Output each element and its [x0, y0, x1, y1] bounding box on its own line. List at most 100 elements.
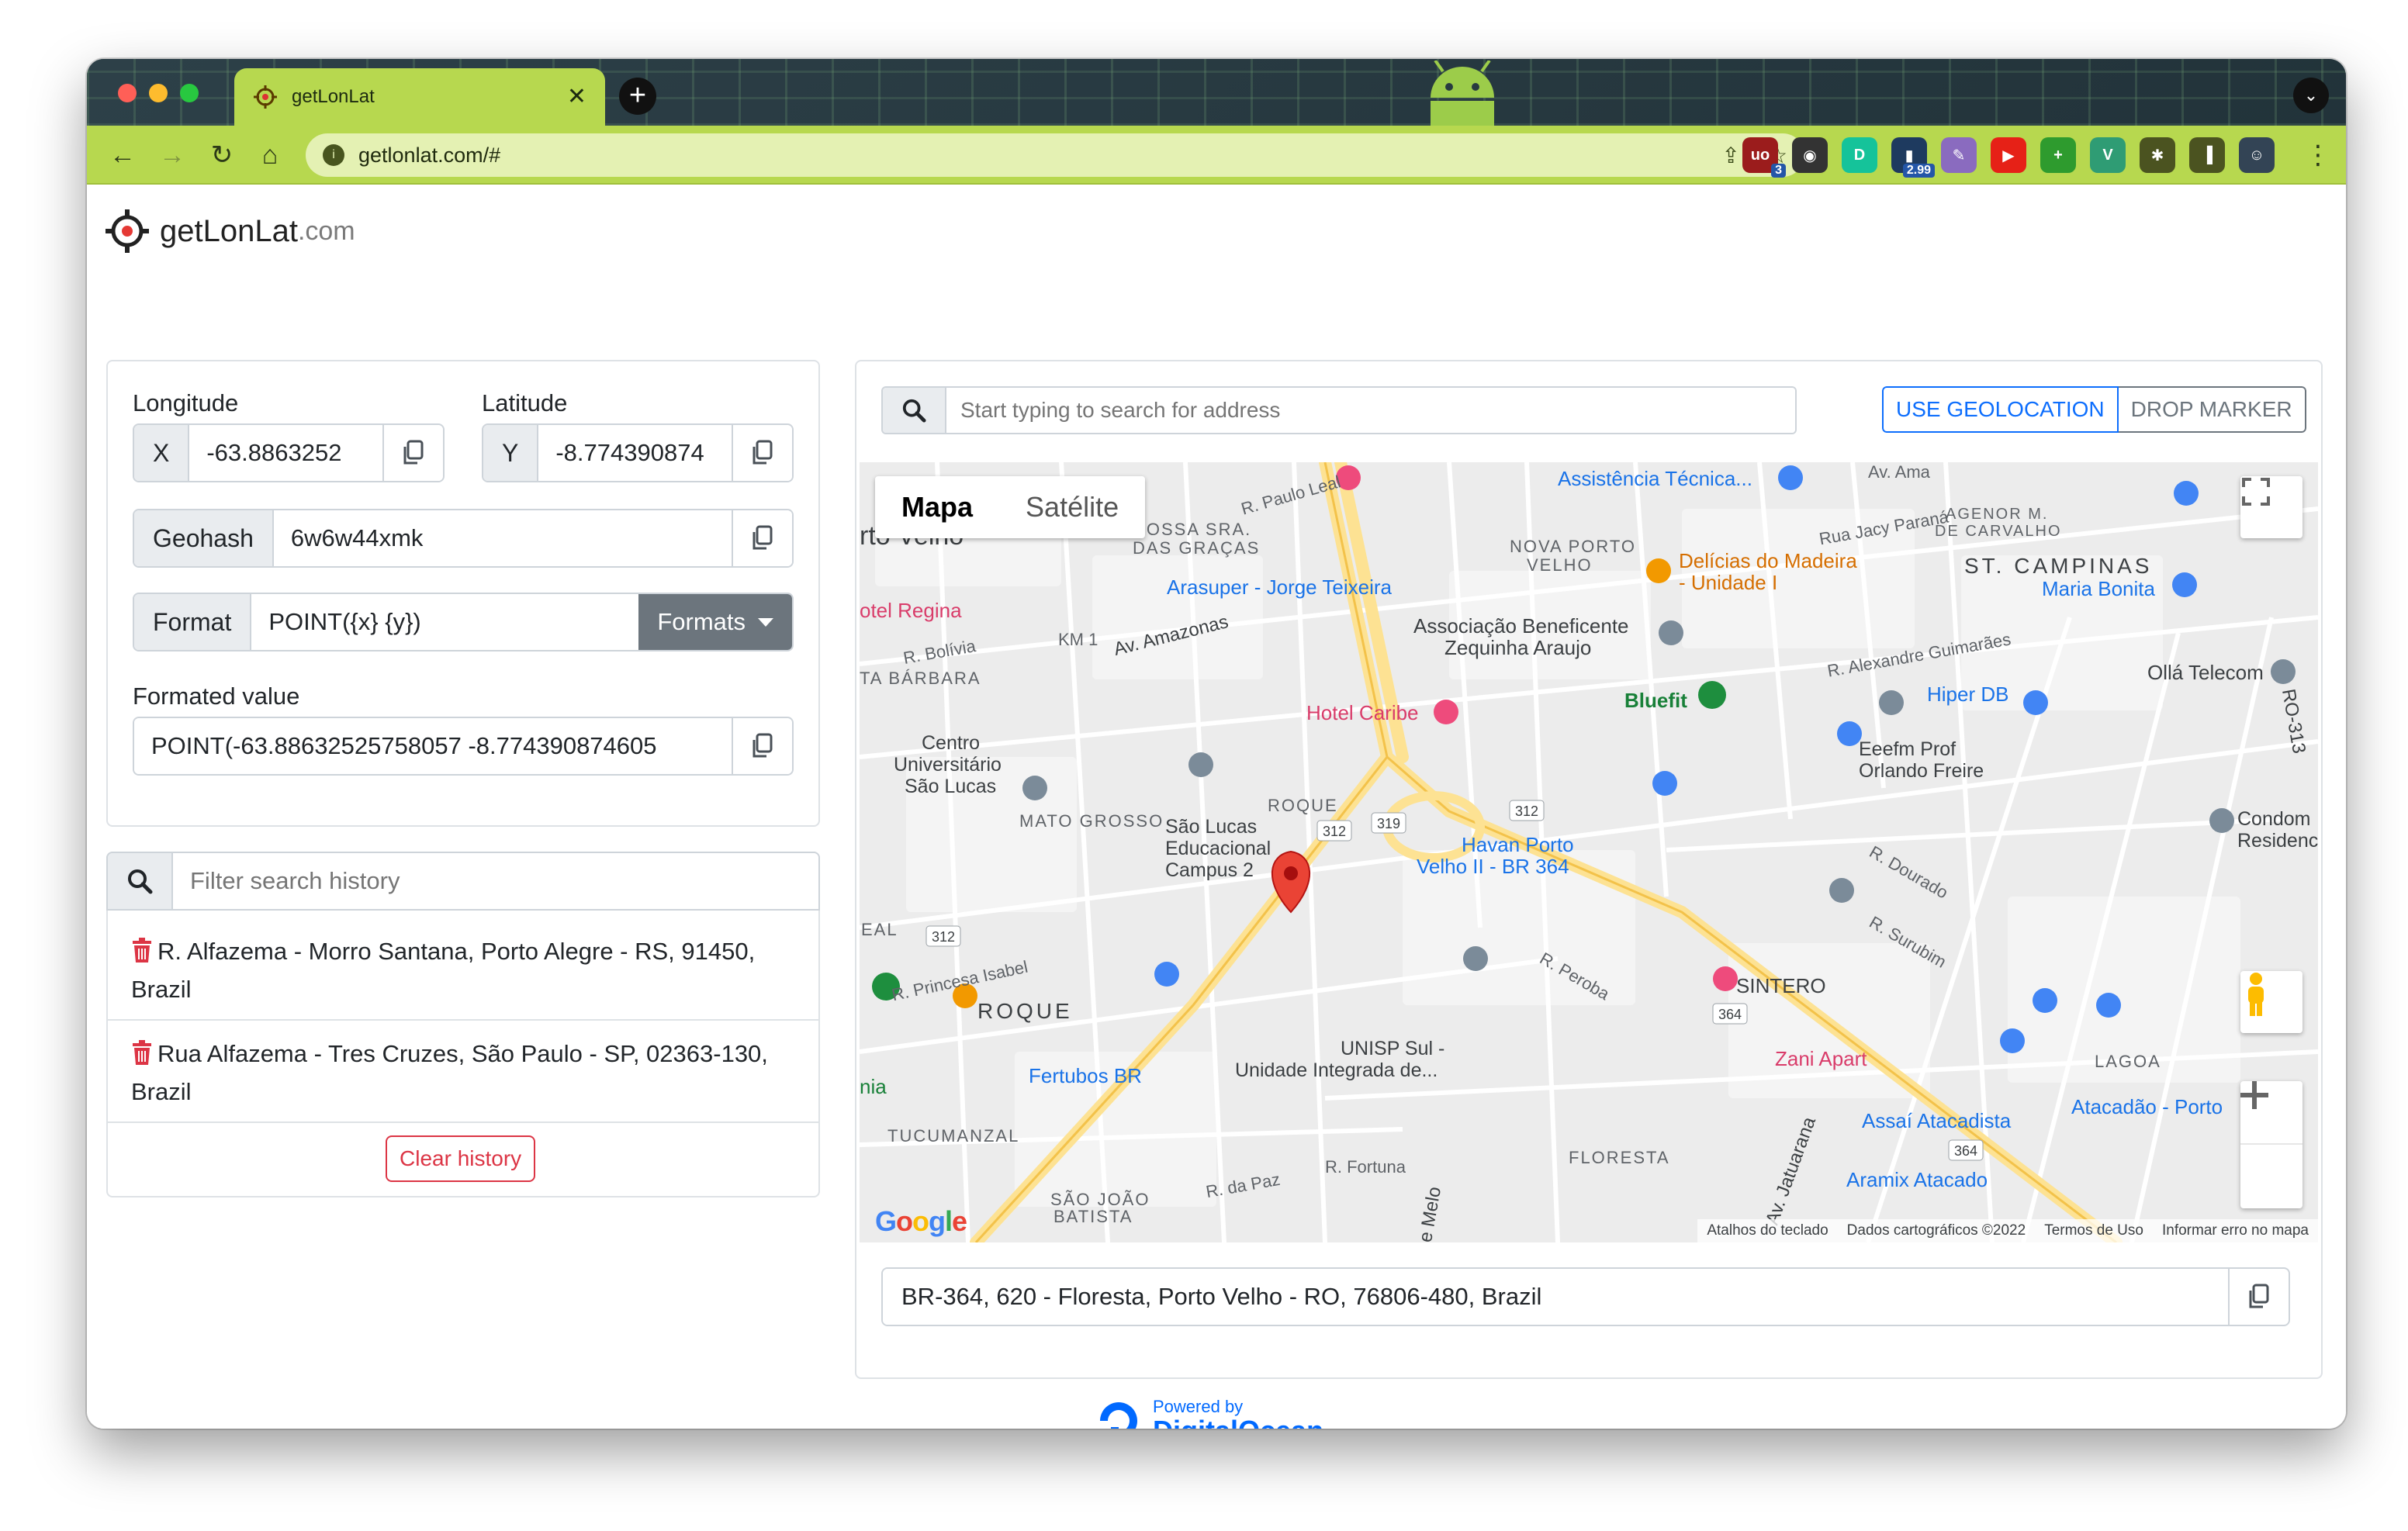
- map-type-mapa-tab[interactable]: Mapa: [875, 476, 999, 538]
- copy-address-button[interactable]: [2228, 1269, 2289, 1325]
- map-label-poi[interactable]: São Lucas: [1165, 816, 1257, 838]
- fullscreen-button[interactable]: [2240, 476, 2302, 538]
- map-label-poi[interactable]: Bluefit: [1624, 689, 1687, 713]
- formats-dropdown-button[interactable]: Formats: [638, 594, 792, 650]
- clear-history-button[interactable]: Clear history: [386, 1135, 536, 1182]
- map-label-poi[interactable]: otel Regina: [860, 599, 962, 623]
- trash-icon[interactable]: [131, 1040, 153, 1065]
- map-label-poi[interactable]: SINTERO: [1736, 974, 1826, 998]
- address-bar[interactable]: i getlonlat.com/# ⇪ ☆: [306, 133, 1804, 177]
- history-panel: R. Alfazema - Morro Santana, Porto Alegr…: [106, 852, 820, 1197]
- map-label-poi[interactable]: Orlando Freire: [1859, 760, 1984, 783]
- map-label-neighborhood: LAGOA: [2095, 1052, 2161, 1071]
- minimize-window-button[interactable]: [149, 84, 168, 102]
- zoom-out-button[interactable]: [2240, 1093, 2302, 1208]
- map-label-poi[interactable]: UNISP Sul -: [1341, 1038, 1444, 1060]
- vue-ext-icon[interactable]: V: [2090, 137, 2126, 173]
- keyboard-shortcuts-link[interactable]: Atalhos do teclado: [1707, 1222, 1828, 1239]
- sidebar-ext-icon[interactable]: ▐: [2189, 137, 2225, 173]
- map-label-poi[interactable]: Havan Porto: [1462, 833, 1574, 857]
- home-icon[interactable]: ⌂: [251, 137, 289, 174]
- map-label-poi[interactable]: Centro: [922, 732, 980, 755]
- map-label-poi[interactable]: nia: [860, 1075, 887, 1099]
- map-type-satellite-tab[interactable]: Satélite: [999, 476, 1145, 538]
- drop-marker-button[interactable]: DROP MARKER: [2118, 386, 2306, 433]
- incognito-ext-icon[interactable]: ◉: [1792, 137, 1828, 173]
- use-geolocation-button[interactable]: USE GEOLOCATION: [1882, 386, 2119, 433]
- map-label-poi[interactable]: Assistência Técnica...: [1558, 467, 1752, 491]
- puzzle-ext-icon[interactable]: ✱: [2140, 137, 2175, 173]
- map-label-poi[interactable]: Campus 2: [1165, 859, 1254, 882]
- address-search-input[interactable]: [946, 388, 1795, 433]
- site-info-icon[interactable]: i: [323, 144, 344, 166]
- map-label-poi[interactable]: Atacadão - Porto: [2071, 1095, 2223, 1119]
- map-label-poi[interactable]: Maria Bonita: [2042, 577, 2155, 601]
- copy-formatted-button[interactable]: [732, 718, 792, 774]
- history-item[interactable]: Rua Alfazema - Tres Cruzes, São Paulo - …: [108, 1021, 818, 1123]
- copy-geohash-button[interactable]: [732, 510, 792, 566]
- youtube-ext-icon[interactable]: ▶: [1991, 137, 2026, 173]
- report-error-link[interactable]: Informar erro no mapa: [2162, 1222, 2309, 1239]
- geohash-input[interactable]: [273, 510, 732, 566]
- map-label-poi[interactable]: - Unidade I: [1679, 571, 1777, 595]
- profile-avatar-icon[interactable]: ☺: [2239, 137, 2275, 173]
- map-label-poi[interactable]: Delícias do Madeira: [1679, 549, 1857, 573]
- map-label-poi[interactable]: Hotel Caribe: [1306, 701, 1419, 725]
- longitude-input-group: X: [133, 423, 445, 482]
- grammar-ext-icon[interactable]: D: [1842, 137, 1877, 173]
- formatted-value-input[interactable]: [134, 718, 732, 774]
- history-filter-input[interactable]: [173, 853, 818, 909]
- map-label-poi[interactable]: Zequinha Araujo: [1444, 636, 1591, 660]
- browser-menu-icon[interactable]: ⋮: [2299, 137, 2337, 174]
- map-label-poi[interactable]: Zani Apart: [1775, 1047, 1867, 1071]
- plus-ext-icon[interactable]: +: [2040, 137, 2076, 173]
- trash-icon[interactable]: [131, 938, 153, 962]
- tab-close-icon[interactable]: ✕: [567, 85, 586, 109]
- format-input[interactable]: [251, 594, 639, 650]
- site-logo[interactable]: getLonLat .com: [104, 208, 355, 254]
- ublock-icon[interactable]: uo 3: [1742, 137, 1786, 178]
- new-tab-button[interactable]: +: [619, 78, 656, 115]
- map-label-poi[interactable]: Associação Beneficente: [1413, 614, 1629, 638]
- map-label-poi[interactable]: Universitário: [894, 754, 1002, 776]
- street-view-pegman-button[interactable]: [2240, 971, 2302, 1033]
- close-window-button[interactable]: [118, 84, 137, 102]
- longitude-input[interactable]: [189, 425, 382, 481]
- format-input-group: Format Formats: [133, 593, 794, 651]
- map-label-poi[interactable]: Eeefm Prof: [1859, 738, 1956, 761]
- zoom-control: [2240, 1081, 2302, 1208]
- terms-of-use-link[interactable]: Termos de Uso: [2044, 1222, 2143, 1239]
- map-label-poi[interactable]: Hiper DB: [1927, 683, 2008, 707]
- tab-search-icon[interactable]: ⌄: [2293, 78, 2329, 113]
- map-label-poi[interactable]: Educacional: [1165, 838, 1271, 860]
- digitalocean-badge[interactable]: Powered by DigitalOcean: [1094, 1396, 1323, 1429]
- share-icon[interactable]: ⇪: [1721, 143, 1739, 168]
- map-label-poi[interactable]: Unidade Integrada de...: [1235, 1059, 1438, 1082]
- map-label-poi[interactable]: São Lucas: [905, 776, 996, 798]
- copy-longitude-button[interactable]: [382, 425, 443, 481]
- map-label-poi[interactable]: Assaí Atacadista: [1862, 1109, 2011, 1133]
- latitude-input-group: Y: [482, 423, 794, 482]
- map-label-poi[interactable]: Residenc: [2237, 830, 2318, 852]
- price-ext-icon[interactable]: ▮ 2.99: [1891, 137, 1935, 178]
- map-label-poi[interactable]: Fertubos BR: [1029, 1064, 1142, 1088]
- history-item[interactable]: R. Alfazema - Morro Santana, Porto Alegr…: [108, 918, 818, 1021]
- map-label-poi[interactable]: Arasuper - Jorge Teixeira: [1167, 575, 1392, 600]
- map-label-poi[interactable]: Velho II - BR 364: [1417, 855, 1569, 879]
- pen-ext-icon[interactable]: ✎: [1941, 137, 1977, 173]
- map-label-poi[interactable]: Ollá Telecom: [2147, 661, 2264, 685]
- back-icon[interactable]: ←: [104, 137, 141, 174]
- latitude-input[interactable]: [538, 425, 732, 481]
- map-label-poi[interactable]: Condom: [2237, 808, 2311, 831]
- reload-icon[interactable]: ↻: [203, 137, 240, 174]
- fullscreen-icon: [2242, 478, 2270, 506]
- forward-icon[interactable]: →: [154, 137, 191, 174]
- address-search-group: [881, 386, 1797, 434]
- address-result-input[interactable]: [883, 1269, 2228, 1325]
- map-canvas[interactable]: 312 319 312 312 364 364 Assistência Técn…: [860, 462, 2318, 1242]
- browser-tab[interactable]: getLonLat ✕: [234, 68, 605, 126]
- maximize-window-button[interactable]: [180, 84, 199, 102]
- copy-icon: [752, 440, 773, 465]
- copy-latitude-button[interactable]: [732, 425, 792, 481]
- map-label-poi[interactable]: Aramix Atacado: [1846, 1168, 1988, 1192]
